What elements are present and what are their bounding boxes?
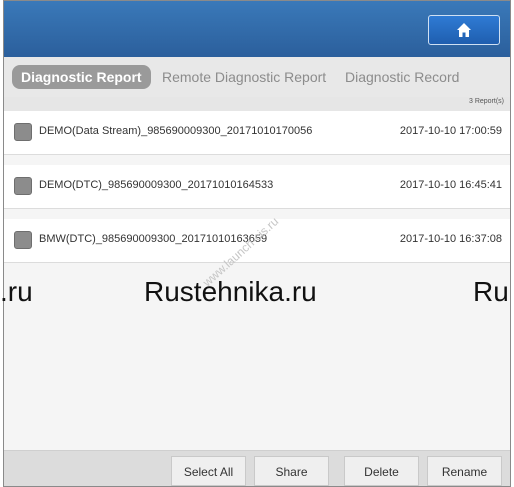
app-screen: Diagnostic Report Remote Diagnostic Repo…	[3, 0, 511, 487]
report-row[interactable]: DEMO(Data Stream)_985690009300_201710101…	[4, 111, 510, 155]
report-row[interactable]: DEMO(DTC)_985690009300_20171010164533 20…	[4, 165, 510, 209]
overlay-text-left: .ru	[0, 276, 33, 307]
row-checkbox[interactable]	[14, 177, 32, 195]
report-name: BMW(DTC)_985690009300_20171010163659	[39, 233, 268, 245]
top-bar	[4, 1, 510, 57]
action-bar: Select All Share Delete Rename	[4, 450, 510, 486]
tab-diagnostic-record[interactable]: Diagnostic Record	[345, 65, 459, 89]
report-name: DEMO(DTC)_985690009300_20171010164533	[39, 179, 274, 191]
report-date: 2017-10-10 16:37:08	[399, 233, 502, 245]
tab-remote-diagnostic-report[interactable]: Remote Diagnostic Report	[162, 65, 326, 89]
overlay-text-center: Rustehnika.ru	[144, 276, 317, 307]
report-name: DEMO(Data Stream)_985690009300_201710101…	[39, 125, 313, 137]
delete-button[interactable]: Delete	[344, 456, 419, 486]
overlay-text-right: Ru	[473, 276, 509, 307]
row-checkbox[interactable]	[14, 123, 32, 141]
report-date: 2017-10-10 16:45:41	[399, 179, 502, 191]
report-date: 2017-10-10 17:00:59	[399, 125, 502, 137]
rename-button[interactable]: Rename	[427, 456, 502, 486]
tab-diagnostic-report[interactable]: Diagnostic Report	[12, 65, 151, 89]
row-checkbox[interactable]	[14, 231, 32, 249]
report-count-bar: 3 Report(s)	[4, 97, 510, 111]
report-count: 3 Report(s)	[468, 98, 504, 105]
select-all-button[interactable]: Select All	[171, 456, 246, 486]
home-button[interactable]	[428, 15, 500, 45]
share-button[interactable]: Share	[254, 456, 329, 486]
report-tabs: Diagnostic Report Remote Diagnostic Repo…	[4, 57, 510, 97]
home-icon	[457, 23, 471, 37]
